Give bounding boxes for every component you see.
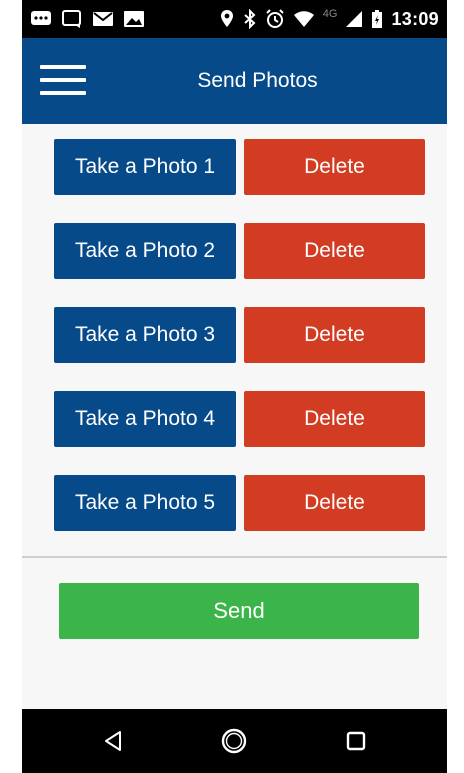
clock-time: 13:09 (391, 8, 439, 29)
status-bar: 4G 13:09 (22, 0, 447, 38)
wifi-icon (293, 10, 315, 28)
status-bar-notifications (30, 9, 145, 29)
photo-row-4: Take a Photo 4 Delete (54, 391, 425, 447)
take-photo-1-button[interactable]: Take a Photo 1 (54, 139, 236, 195)
delete-photo-4-button[interactable]: Delete (244, 391, 425, 447)
delete-photo-5-button[interactable]: Delete (244, 475, 425, 531)
menu-line (40, 78, 86, 82)
alarm-clock-icon (265, 9, 285, 29)
status-bar-system: 4G 13:09 (219, 8, 439, 30)
chat-bubble-icon (30, 9, 52, 29)
network-type-label: 4G (322, 8, 338, 20)
delete-photo-2-button[interactable]: Delete (244, 223, 425, 279)
hamburger-menu-icon[interactable] (40, 62, 86, 98)
battery-charging-icon (371, 9, 383, 29)
menu-line (40, 91, 86, 95)
system-nav-bar (22, 709, 447, 773)
send-button[interactable]: Send (59, 583, 419, 639)
delete-photo-1-button[interactable]: Delete (244, 139, 425, 195)
photo-row-3: Take a Photo 3 Delete (54, 307, 425, 363)
take-photo-2-button[interactable]: Take a Photo 2 (54, 223, 236, 279)
back-triangle-icon[interactable] (83, 711, 143, 771)
phone-screen: 4G 13:09 Send Photos Take a Photo 1 Dele… (22, 0, 447, 773)
menu-line (40, 65, 86, 69)
take-photo-5-button[interactable]: Take a Photo 5 (54, 475, 236, 531)
app-header: Send Photos (22, 38, 447, 124)
delete-photo-3-button[interactable]: Delete (244, 307, 425, 363)
mail-icon (92, 10, 114, 28)
home-circle-icon[interactable] (204, 711, 264, 771)
photo-row-1: Take a Photo 1 Delete (54, 139, 425, 195)
section-divider (22, 556, 447, 558)
image-icon (123, 9, 145, 29)
take-photo-3-button[interactable]: Take a Photo 3 (54, 307, 236, 363)
cell-signal-icon (345, 10, 363, 28)
take-photo-4-button[interactable]: Take a Photo 4 (54, 391, 236, 447)
photo-row-5: Take a Photo 5 Delete (54, 475, 425, 531)
message-square-icon (61, 9, 83, 29)
bluetooth-icon (243, 9, 257, 29)
photo-row-2: Take a Photo 2 Delete (54, 223, 425, 279)
location-pin-icon (219, 9, 235, 29)
recents-square-icon[interactable] (326, 711, 386, 771)
